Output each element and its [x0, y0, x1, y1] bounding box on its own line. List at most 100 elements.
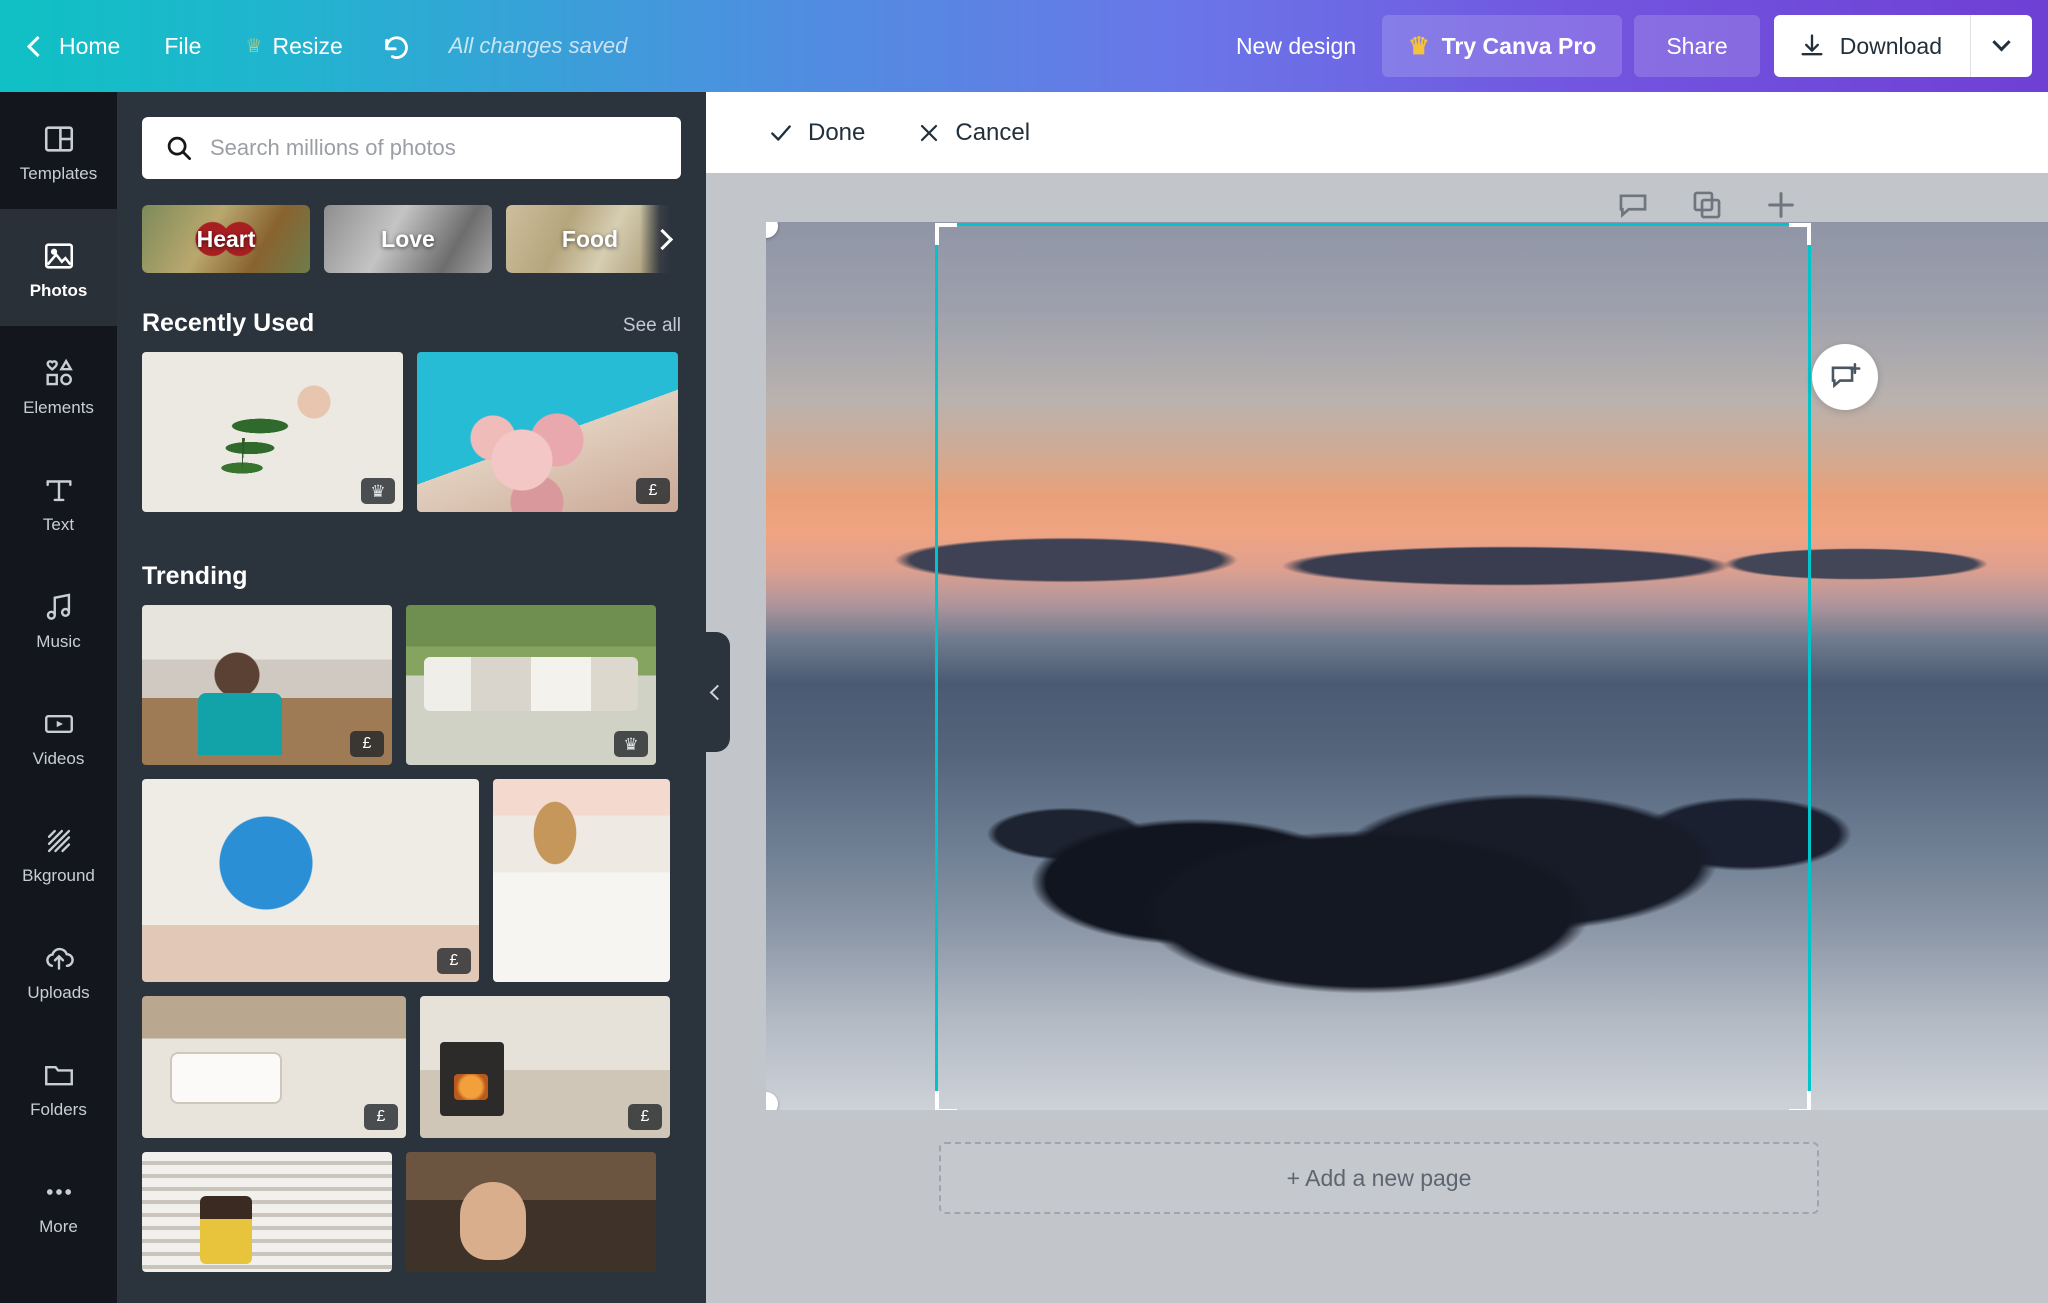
crown-badge: ♛	[361, 478, 395, 504]
done-label: Done	[808, 118, 866, 146]
photos-icon	[40, 237, 78, 275]
canva-editor: Home File ♕ Resize All changes saved New…	[0, 0, 2048, 1303]
photo-thumbnail-bearded-man[interactable]	[406, 1152, 656, 1272]
chevron-down-icon	[1992, 32, 2011, 51]
grid-row: ♛ £	[142, 352, 681, 512]
price-badge: £	[350, 731, 384, 757]
top-toolbar: Home File ♕ Resize All changes saved New…	[0, 0, 2048, 92]
chip-label: Heart	[196, 225, 256, 252]
download-group: Download	[1773, 15, 2032, 77]
sidebar-item-templates[interactable]: Templates	[0, 92, 117, 209]
new-design-button[interactable]: New design	[1210, 33, 1382, 60]
download-icon	[1801, 34, 1823, 56]
photos-panel: Heart Love Food Recently Used See all ♛	[117, 92, 706, 1303]
photo-thumbnail-palm-leaf[interactable]: ♛	[142, 352, 403, 512]
download-button[interactable]: Download	[1773, 15, 1970, 77]
photo-thumbnail-sink[interactable]: £	[142, 996, 406, 1138]
crown-icon: ♕	[245, 35, 263, 57]
home-label: Home	[59, 32, 121, 59]
photo-thumbnail-globe[interactable]: £	[142, 779, 479, 982]
crown-icon: ♛	[1408, 32, 1430, 60]
more-icon	[40, 1173, 78, 1211]
cancel-label: Cancel	[955, 118, 1031, 146]
sidebar-item-uploads[interactable]: Uploads	[0, 911, 117, 1028]
sidebar-item-music[interactable]: Music	[0, 560, 117, 677]
sidebar-label: Text	[42, 514, 75, 534]
panel-collapse-handle[interactable]	[700, 632, 730, 752]
add-comment-icon	[1831, 362, 1861, 389]
add-new-page-button[interactable]: + Add a new page	[939, 1142, 1819, 1214]
resize-label: Resize	[272, 32, 343, 59]
chevron-left-icon	[26, 35, 49, 57]
canvas-area: Done Cancel + Add a new page	[706, 92, 2048, 1303]
chips-next-button[interactable]	[640, 205, 684, 273]
undo-icon	[385, 36, 408, 59]
price-badge: £	[628, 1104, 662, 1130]
folders-icon	[40, 1056, 78, 1094]
chip-love[interactable]: Love	[324, 205, 492, 273]
videos-icon	[40, 705, 78, 743]
chevron-right-icon	[651, 228, 673, 250]
sidebar-item-more[interactable]: More	[0, 1145, 117, 1262]
close-icon	[921, 124, 938, 141]
cancel-button[interactable]: Cancel	[891, 103, 1056, 163]
home-button[interactable]: Home	[0, 0, 142, 92]
sidebar-label: Videos	[32, 748, 85, 768]
sidebar-item-background[interactable]: Bkground	[0, 794, 117, 911]
sidebar-label: Folders	[30, 1099, 87, 1119]
recently-used-header: Recently Used See all	[117, 273, 706, 352]
background-icon	[40, 822, 78, 860]
grid-row: £ ♛	[142, 605, 681, 765]
resize-button[interactable]: ♕ Resize	[223, 0, 364, 92]
price-badge: £	[636, 478, 670, 504]
share-button[interactable]: Share	[1634, 15, 1760, 77]
grid-row: £	[142, 779, 681, 982]
sidebar-label: Templates	[19, 163, 98, 183]
try-canva-pro-button[interactable]: ♛ Try Canva Pro	[1382, 15, 1623, 77]
check-icon	[771, 124, 791, 141]
chip-label: Love	[381, 225, 435, 252]
sidebar-item-folders[interactable]: Folders	[0, 1028, 117, 1145]
add-comment-button[interactable]	[1812, 344, 1878, 410]
search-box[interactable]	[142, 117, 681, 179]
text-icon	[40, 471, 78, 509]
see-all-link[interactable]: See all	[623, 315, 681, 337]
photo-thumbnail-child-blinds[interactable]	[142, 1152, 392, 1272]
download-label: Download	[1839, 32, 1942, 59]
sidebar-label: Photos	[29, 280, 88, 300]
price-badge: £	[437, 948, 471, 974]
add-page-icon[interactable]	[1764, 188, 1798, 222]
sidebar-item-elements[interactable]: Elements	[0, 326, 117, 443]
sidebar-item-text[interactable]: Text	[0, 443, 117, 560]
recently-used-grid: ♛ £	[117, 352, 706, 512]
sidebar-item-photos[interactable]: Photos	[0, 209, 117, 326]
category-chips: Heart Love Food	[117, 179, 706, 273]
sidebar-label: More	[39, 1216, 78, 1236]
photo-thumbnail-picnic[interactable]: ♛	[406, 605, 656, 765]
photo-thumbnail-woman-beige[interactable]	[493, 779, 670, 982]
search-container	[117, 92, 706, 179]
sidebar-item-videos[interactable]: Videos	[0, 677, 117, 794]
duplicate-page-icon[interactable]	[1690, 188, 1724, 222]
photo-thumbnail-man-kitchen[interactable]: £	[142, 605, 392, 765]
download-options-button[interactable]	[1970, 15, 2032, 77]
chip-heart[interactable]: Heart	[142, 205, 310, 273]
grid-row: £ £	[142, 996, 681, 1138]
top-toolbar-left: Home File ♕ Resize All changes saved	[0, 0, 627, 92]
music-icon	[40, 588, 78, 626]
done-button[interactable]: Done	[742, 103, 891, 163]
photo-thumbnail-roses[interactable]: £	[417, 352, 678, 512]
sidebar-label: Elements	[23, 397, 94, 417]
notes-icon[interactable]	[1616, 188, 1650, 222]
file-menu-button[interactable]: File	[142, 0, 223, 92]
search-input[interactable]	[210, 135, 659, 161]
search-icon	[167, 136, 191, 160]
photo-thumbnail-fireplace[interactable]: £	[420, 996, 670, 1138]
section-title: Recently Used	[142, 309, 315, 337]
sidebar-label: Music	[36, 631, 81, 651]
undo-button[interactable]	[365, 0, 431, 92]
try-pro-label: Try Canva Pro	[1441, 32, 1597, 59]
file-label: File	[164, 32, 202, 59]
elements-icon	[40, 354, 78, 392]
price-badge: £	[364, 1104, 398, 1130]
